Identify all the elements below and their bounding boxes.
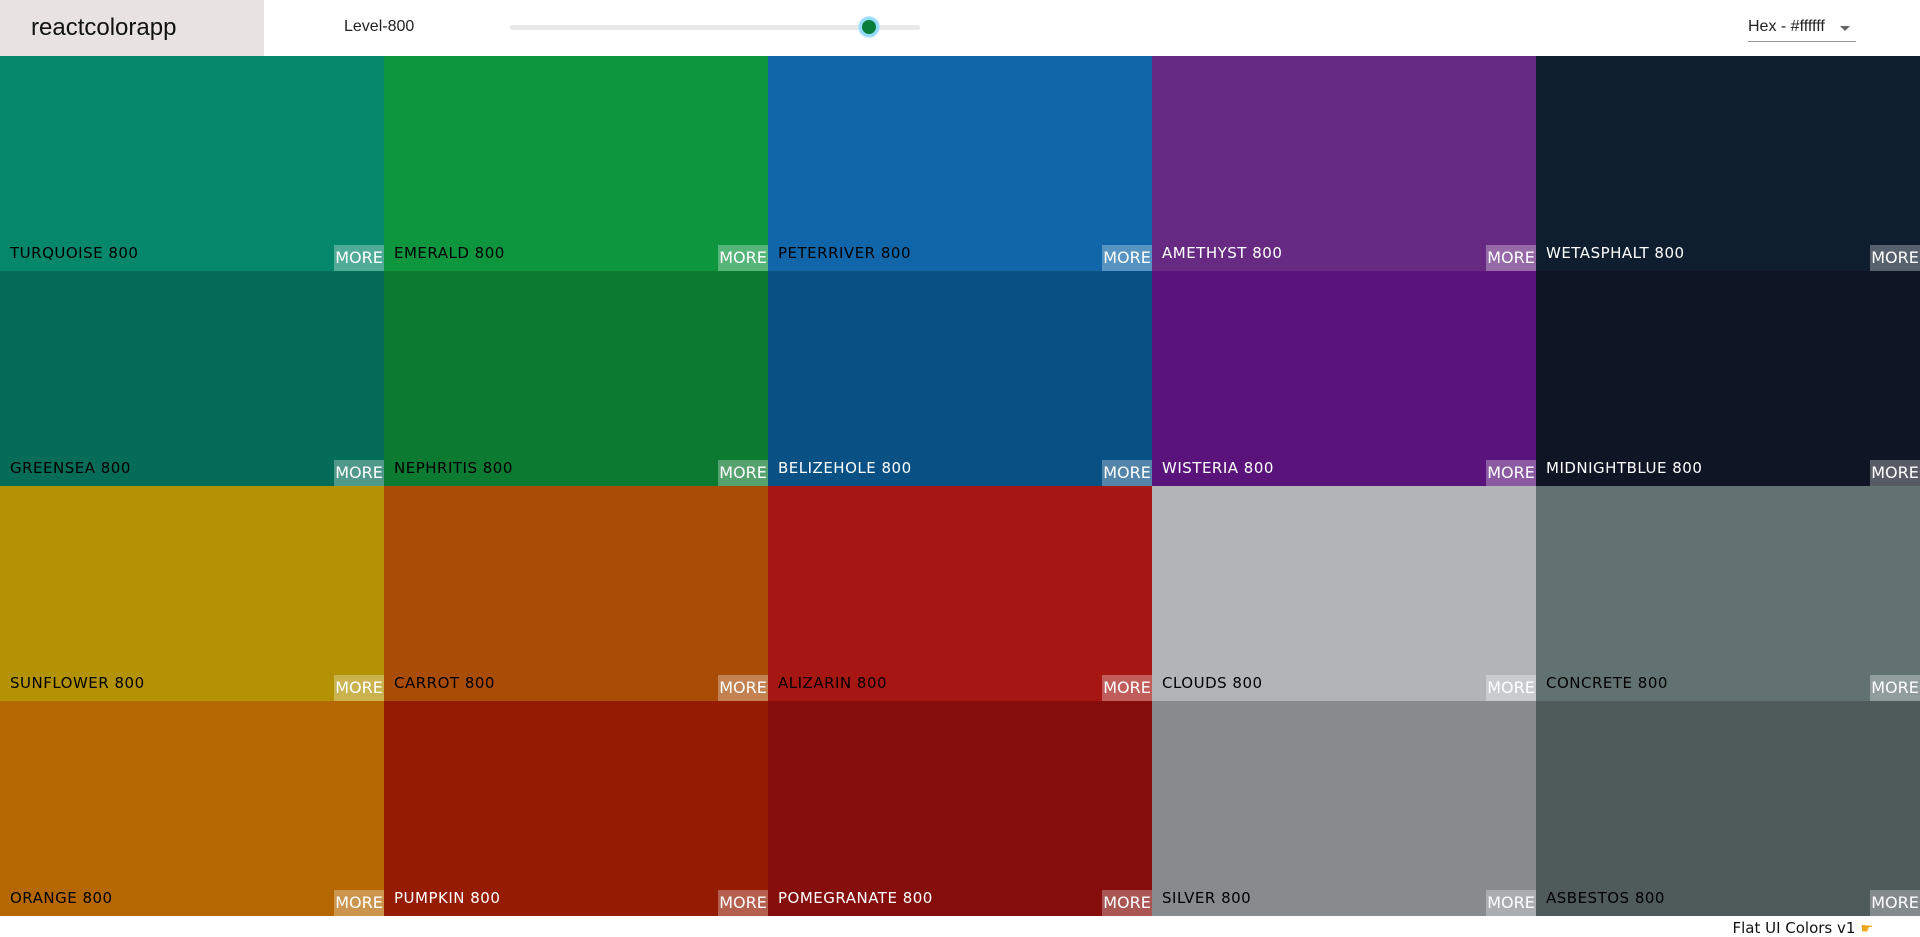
color-box[interactable]: GREENSEA 800 MORE xyxy=(0,271,384,486)
pointing-hand-icon: ☛ xyxy=(1860,921,1873,937)
color-box[interactable]: ASBESTOS 800 MORE xyxy=(1536,701,1920,916)
more-button[interactable]: MORE xyxy=(334,675,384,701)
palette-grid: TURQUOISE 800 MORE EMERALD 800 MORE PETERRIV… xyxy=(0,56,1920,916)
color-name: CARROT 800 xyxy=(394,674,495,692)
level-label: Level-800 xyxy=(344,18,415,35)
color-name: WISTERIA 800 xyxy=(1162,459,1274,477)
color-box[interactable]: ORANGE 800 MORE xyxy=(0,701,384,916)
color-format-value: Hex - #ffffff xyxy=(1748,18,1825,35)
color-box[interactable]: CARROT 800 MORE xyxy=(384,486,768,701)
more-button[interactable]: MORE xyxy=(1102,460,1152,486)
color-box[interactable]: MIDNIGHTBLUE 800 MORE xyxy=(1536,271,1920,486)
more-button[interactable]: MORE xyxy=(1870,890,1920,916)
more-button[interactable]: MORE xyxy=(334,460,384,486)
color-box[interactable]: AMETHYST 800 MORE xyxy=(1152,56,1536,271)
color-box[interactable]: POMEGRANATE 800 MORE xyxy=(768,701,1152,916)
more-button[interactable]: MORE xyxy=(718,890,768,916)
color-box[interactable]: ALIZARIN 800 MORE xyxy=(768,486,1152,701)
more-button[interactable]: MORE xyxy=(718,245,768,271)
color-name: WETASPHALT 800 xyxy=(1546,244,1685,262)
color-box[interactable]: WISTERIA 800 MORE xyxy=(1152,271,1536,486)
more-button[interactable]: MORE xyxy=(1870,245,1920,271)
logo-link[interactable]: reactcolorapp xyxy=(0,0,264,56)
color-name: EMERALD 800 xyxy=(394,244,505,262)
more-button[interactable]: MORE xyxy=(1486,890,1536,916)
color-name: POMEGRANATE 800 xyxy=(778,889,933,907)
slider-handle[interactable] xyxy=(858,17,879,37)
color-name: NEPHRITIS 800 xyxy=(394,459,513,477)
color-name: SILVER 800 xyxy=(1162,889,1252,907)
color-box[interactable]: CONCRETE 800 MORE xyxy=(1536,486,1920,701)
more-button[interactable]: MORE xyxy=(1486,460,1536,486)
color-box[interactable]: WETASPHALT 800 MORE xyxy=(1536,56,1920,271)
more-button[interactable]: MORE xyxy=(718,460,768,486)
more-button[interactable]: MORE xyxy=(334,890,384,916)
color-box[interactable]: EMERALD 800 MORE xyxy=(384,56,768,271)
more-button[interactable]: MORE xyxy=(1486,245,1536,271)
color-name: ASBESTOS 800 xyxy=(1546,889,1665,907)
color-name: GREENSEA 800 xyxy=(10,459,131,477)
slider-fill xyxy=(510,25,869,30)
more-button[interactable]: MORE xyxy=(1870,460,1920,486)
color-name: PUMPKIN 800 xyxy=(394,889,501,907)
color-box[interactable]: TURQUOISE 800 MORE xyxy=(0,56,384,271)
color-name: CONCRETE 800 xyxy=(1546,674,1668,692)
color-name: ORANGE 800 xyxy=(10,889,113,907)
palette-footer: Flat UI Colors v1 ☛ xyxy=(1732,919,1873,937)
level-slider[interactable] xyxy=(510,17,920,37)
more-button[interactable]: MORE xyxy=(718,675,768,701)
more-button[interactable]: MORE xyxy=(1486,675,1536,701)
color-name: ALIZARIN 800 xyxy=(778,674,888,692)
palette-name: Flat UI Colors v1 xyxy=(1732,919,1856,937)
color-name: MIDNIGHTBLUE 800 xyxy=(1546,459,1703,477)
color-box[interactable]: NEPHRITIS 800 MORE xyxy=(384,271,768,486)
caret-down-icon xyxy=(1840,26,1850,31)
color-box[interactable]: SILVER 800 MORE xyxy=(1152,701,1536,916)
more-button[interactable]: MORE xyxy=(1102,245,1152,271)
color-name: PETERRIVER 800 xyxy=(778,244,911,262)
color-box[interactable]: PUMPKIN 800 MORE xyxy=(384,701,768,916)
color-box[interactable]: CLOUDS 800 MORE xyxy=(1152,486,1536,701)
navbar: reactcolorapp Level-800 Hex - #ffffff xyxy=(0,0,1920,56)
more-button[interactable]: MORE xyxy=(1102,890,1152,916)
color-box[interactable]: SUNFLOWER 800 MORE xyxy=(0,486,384,701)
color-name: TURQUOISE 800 xyxy=(10,244,139,262)
more-button[interactable]: MORE xyxy=(1870,675,1920,701)
color-box[interactable]: PETERRIVER 800 MORE xyxy=(768,56,1152,271)
color-name: AMETHYST 800 xyxy=(1162,244,1283,262)
color-name: CLOUDS 800 xyxy=(1162,674,1263,692)
more-button[interactable]: MORE xyxy=(334,245,384,271)
color-name: BELIZEHOLE 800 xyxy=(778,459,912,477)
color-name: SUNFLOWER 800 xyxy=(10,674,145,692)
color-box[interactable]: BELIZEHOLE 800 MORE xyxy=(768,271,1152,486)
more-button[interactable]: MORE xyxy=(1102,675,1152,701)
color-format-select[interactable]: Hex - #ffffff xyxy=(1748,14,1856,42)
